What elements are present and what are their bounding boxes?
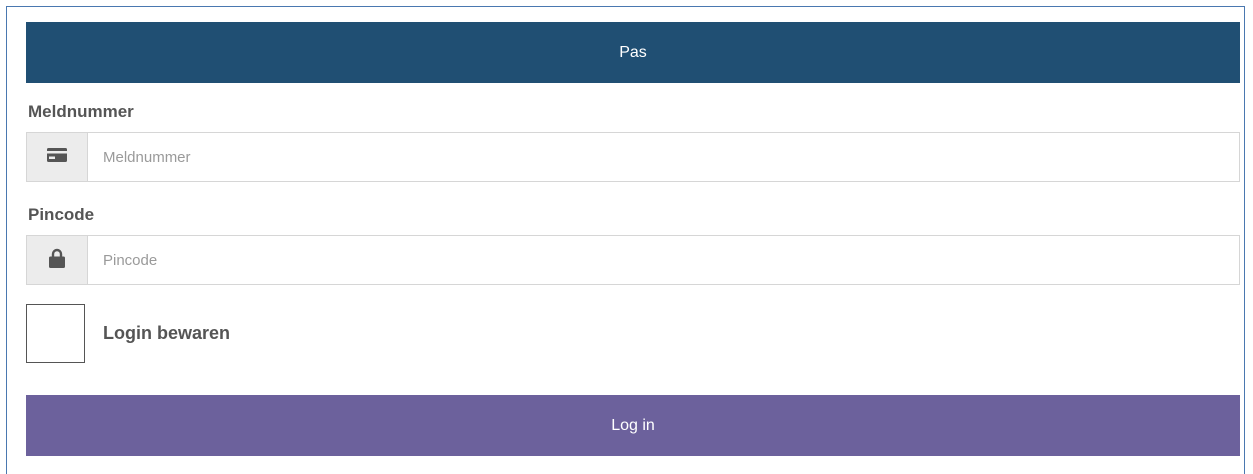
pincode-addon: [27, 236, 88, 284]
lock-icon: [49, 248, 65, 273]
tab-pas[interactable]: Pas: [26, 22, 1240, 83]
tab-pas-label: Pas: [619, 43, 647, 61]
remember-login-checkbox[interactable]: [26, 304, 85, 363]
meldnummer-input-group: [26, 132, 1240, 182]
login-button[interactable]: Log in: [26, 395, 1240, 456]
login-panel: Pas Meldnummer Pincode: [6, 6, 1245, 474]
card-icon: [47, 147, 67, 167]
pincode-input-group: [26, 235, 1240, 285]
pincode-input[interactable]: [88, 236, 1239, 284]
login-button-label: Log in: [611, 416, 655, 434]
meldnummer-label: Meldnummer: [28, 102, 134, 121]
pincode-label: Pincode: [28, 205, 95, 224]
remember-login-label[interactable]: Login bewaren: [103, 323, 230, 344]
meldnummer-addon: [27, 133, 88, 181]
meldnummer-input[interactable]: [88, 133, 1239, 181]
